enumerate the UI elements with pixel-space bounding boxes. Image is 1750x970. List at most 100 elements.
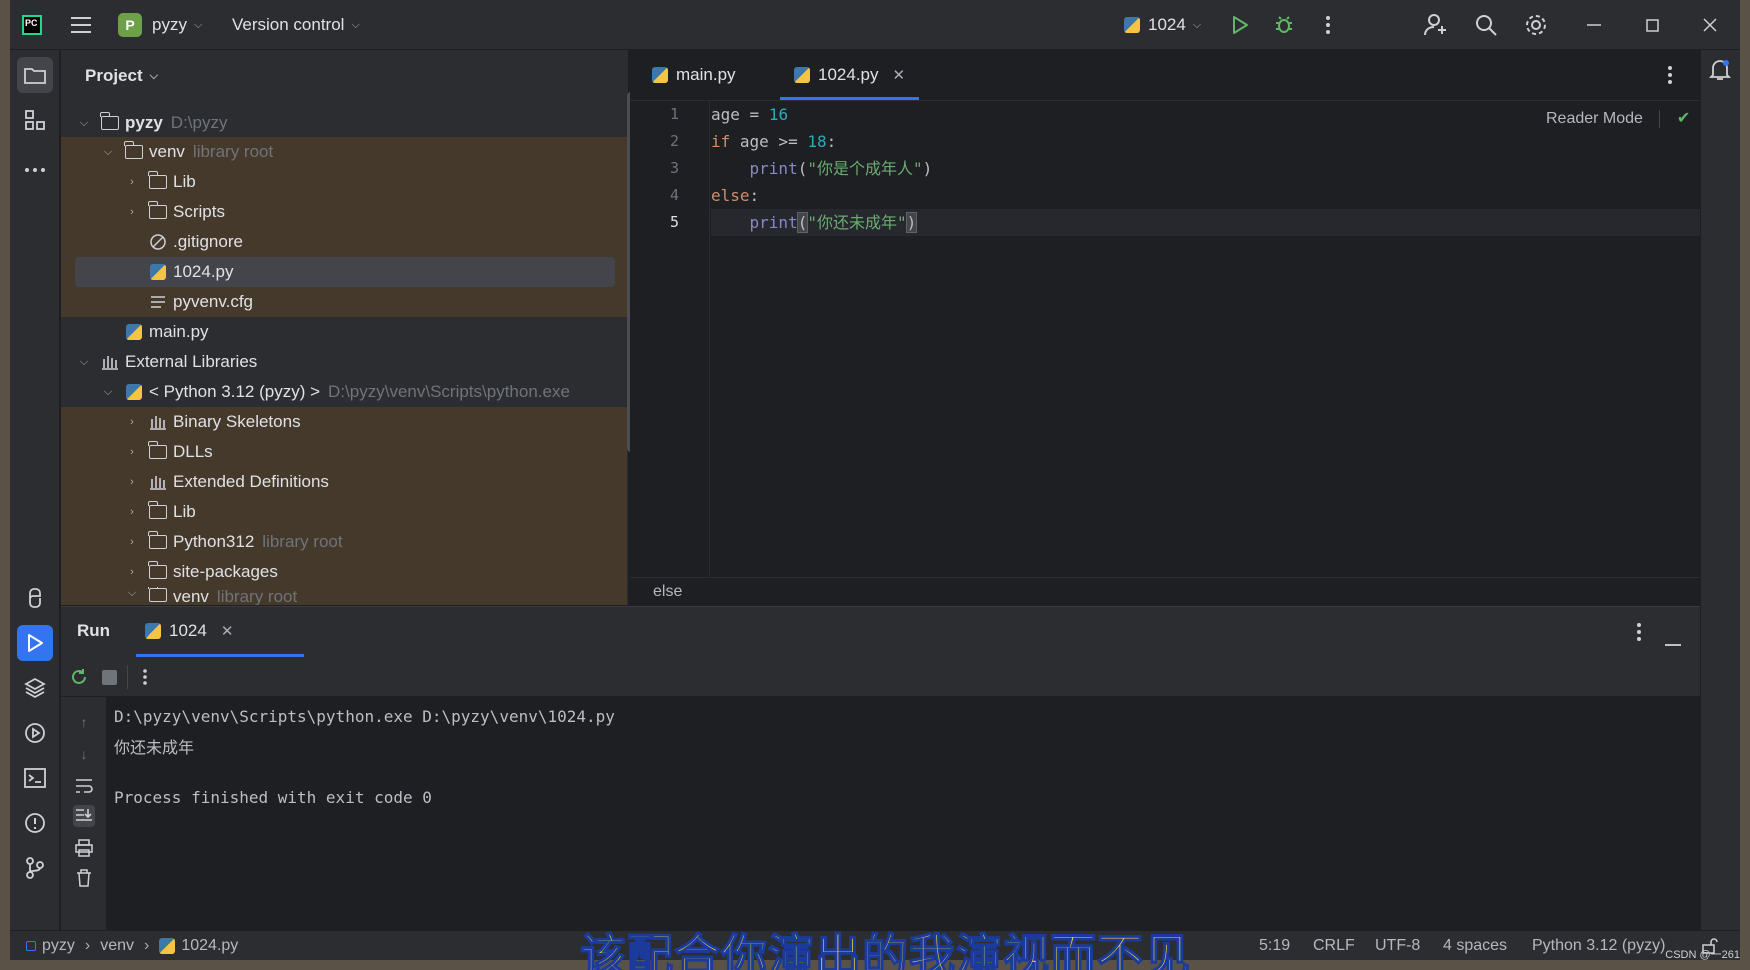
debug-button[interactable] (1268, 9, 1300, 41)
code-line[interactable]: if age >= 18: (711, 128, 1700, 155)
tree-node-binary-skeletons[interactable]: › Binary Skeletons (61, 407, 627, 437)
layers-tool-button[interactable] (17, 670, 53, 706)
soft-wrap-icon[interactable] (73, 775, 95, 797)
minimize-button[interactable] (1578, 9, 1610, 41)
hide-panel-button[interactable] (1665, 631, 1681, 651)
folder-icon (148, 561, 167, 579)
editor-breadcrumb[interactable]: else (630, 577, 1700, 605)
pycharm-logo-icon: PC (22, 15, 42, 35)
close-tab-icon[interactable]: ✕ (893, 66, 906, 84)
tree-node-pyvenv-cfg[interactable]: pyvenv.cfg (61, 287, 627, 317)
project-panel: Project ⌵ ⌵ pyzy D:\pyzy ⌵ venv library … (61, 50, 629, 605)
python-packages-tool-button[interactable] (17, 580, 53, 616)
code-with-me-button[interactable] (1420, 9, 1452, 41)
tree-node-lib[interactable]: › Lib (61, 167, 627, 197)
watermark: CSDN @一261 (1665, 949, 1740, 961)
rerun-button[interactable] (69, 667, 89, 692)
services-tool-button[interactable] (17, 715, 53, 751)
tree-node-python312[interactable]: › Python312 library root (61, 527, 627, 557)
line-separator[interactable]: CRLF (1313, 931, 1355, 960)
chevron-down-icon[interactable]: ⌵ (125, 587, 139, 600)
more-actions-button[interactable] (1312, 9, 1344, 41)
line-number: 2 (669, 132, 679, 150)
tree-node-scripts[interactable]: › Scripts (61, 197, 627, 227)
more-tools-button[interactable] (17, 152, 53, 188)
chevron-right-icon[interactable]: › (125, 476, 139, 488)
run-more-button[interactable] (143, 669, 147, 690)
indent-setting[interactable]: 4 spaces (1443, 931, 1507, 960)
trash-icon[interactable] (73, 867, 95, 889)
run-config-selector[interactable]: 1024 ⌵ (1124, 0, 1201, 50)
project-panel-title[interactable]: Project ⌵ (85, 66, 158, 86)
vcs-widget[interactable]: Version control ⌵ (232, 0, 360, 50)
more-horizontal-icon (25, 168, 45, 172)
run-button[interactable] (1224, 9, 1256, 41)
tree-node-external-libraries[interactable]: ⌵ External Libraries (61, 347, 627, 377)
python-file-icon (794, 67, 810, 83)
settings-button[interactable] (1520, 9, 1552, 41)
run-tool-button[interactable] (17, 625, 53, 661)
module-icon (26, 941, 36, 951)
close-tab-icon[interactable]: ✕ (221, 622, 234, 640)
tree-node-pyzy[interactable]: ⌵ pyzy D:\pyzy (61, 108, 627, 138)
stop-icon[interactable] (102, 670, 117, 685)
notifications-button[interactable] (1708, 58, 1732, 87)
tree-node-lib-2[interactable]: › Lib (61, 497, 627, 527)
code-line-current[interactable]: print("你还未成年") (711, 209, 1700, 236)
code-line[interactable]: else: (711, 182, 1700, 209)
tree-node-1024-py[interactable]: 1024.py (75, 257, 615, 287)
status-breadcrumb[interactable]: pyzy › venv › 1024.py (26, 931, 238, 960)
chevron-right-icon[interactable]: › (125, 176, 139, 188)
run-config-label: 1024 (1148, 15, 1186, 34)
project-switcher[interactable]: P pyzy ⌵ (118, 0, 202, 50)
tree-node-venv[interactable]: ⌵ venv library root (61, 137, 627, 167)
run-tab-1024[interactable]: 1024 ✕ (136, 607, 304, 657)
tab-main-py[interactable]: main.py (652, 50, 736, 100)
maximize-button[interactable] (1636, 9, 1668, 41)
tree-node-site-packages[interactable]: › site-packages (61, 557, 627, 587)
editor-gutter: 1 2 3 4 5 (630, 101, 710, 577)
app-logo[interactable]: PC (22, 0, 42, 50)
code-line[interactable]: print("你是个成年人") (711, 155, 1700, 182)
chevron-right-icon[interactable]: › (125, 566, 139, 578)
tree-node-venv-2[interactable]: ⌵ venv library root (61, 587, 627, 605)
interpreter-selector[interactable]: Python 3.12 (pyzy) (1532, 931, 1665, 960)
git-tool-button[interactable] (17, 850, 53, 886)
tab-options-button[interactable] (1668, 66, 1672, 89)
tree-node-main-py[interactable]: main.py (61, 317, 627, 347)
print-icon[interactable] (73, 837, 95, 859)
project-tool-button[interactable] (17, 57, 53, 93)
run-options-button[interactable] (1637, 623, 1641, 646)
search-everywhere-button[interactable] (1470, 9, 1502, 41)
scroll-to-end-icon[interactable] (73, 805, 95, 827)
chevron-right-icon[interactable]: › (125, 506, 139, 518)
tab-1024-py[interactable]: 1024.py ✕ (780, 50, 920, 100)
reader-mode-toggle[interactable]: Reader Mode ✔ (1546, 108, 1690, 128)
problems-tool-button[interactable] (17, 805, 53, 841)
tree-node-extended-definitions[interactable]: › Extended Definitions (61, 467, 627, 497)
code-editor[interactable]: age = 16 if age >= 18: print("你是个成年人") e… (711, 101, 1700, 577)
caret-position[interactable]: 5:19 (1259, 931, 1290, 960)
structure-tool-button[interactable] (17, 102, 53, 138)
run-panel-header: Run 1024 ✕ (61, 607, 1700, 657)
chevron-right-icon[interactable]: › (125, 536, 139, 548)
chevron-down-icon[interactable]: ⌵ (77, 117, 91, 130)
run-panel: Run 1024 ✕ ↑ ↓ D:\pyzy\venv\Scripts\pyth… (61, 606, 1700, 931)
matched-paren: ( (796, 212, 809, 233)
chevron-down-icon[interactable]: ⌵ (101, 386, 115, 399)
file-encoding[interactable]: UTF-8 (1375, 931, 1420, 960)
tree-node-gitignore[interactable]: .gitignore (61, 227, 627, 257)
chevron-right-icon[interactable]: › (125, 446, 139, 458)
chevron-down-icon[interactable]: ⌵ (77, 356, 91, 369)
chevron-down-icon[interactable]: ⌵ (101, 146, 115, 159)
tree-node-python-sdk[interactable]: ⌵ < Python 3.12 (pyzy) > D:\pyzy\venv\Sc… (61, 377, 627, 407)
terminal-tool-button[interactable] (17, 760, 53, 796)
down-arrow-icon[interactable]: ↓ (73, 743, 95, 765)
more-vertical-icon (1637, 623, 1641, 641)
chevron-right-icon[interactable]: › (125, 206, 139, 218)
chevron-right-icon[interactable]: › (125, 416, 139, 428)
close-window-button[interactable] (1694, 9, 1726, 41)
tree-node-dlls[interactable]: › DLLs (61, 437, 627, 467)
up-arrow-icon[interactable]: ↑ (73, 711, 95, 733)
main-menu-button[interactable] (70, 0, 92, 50)
